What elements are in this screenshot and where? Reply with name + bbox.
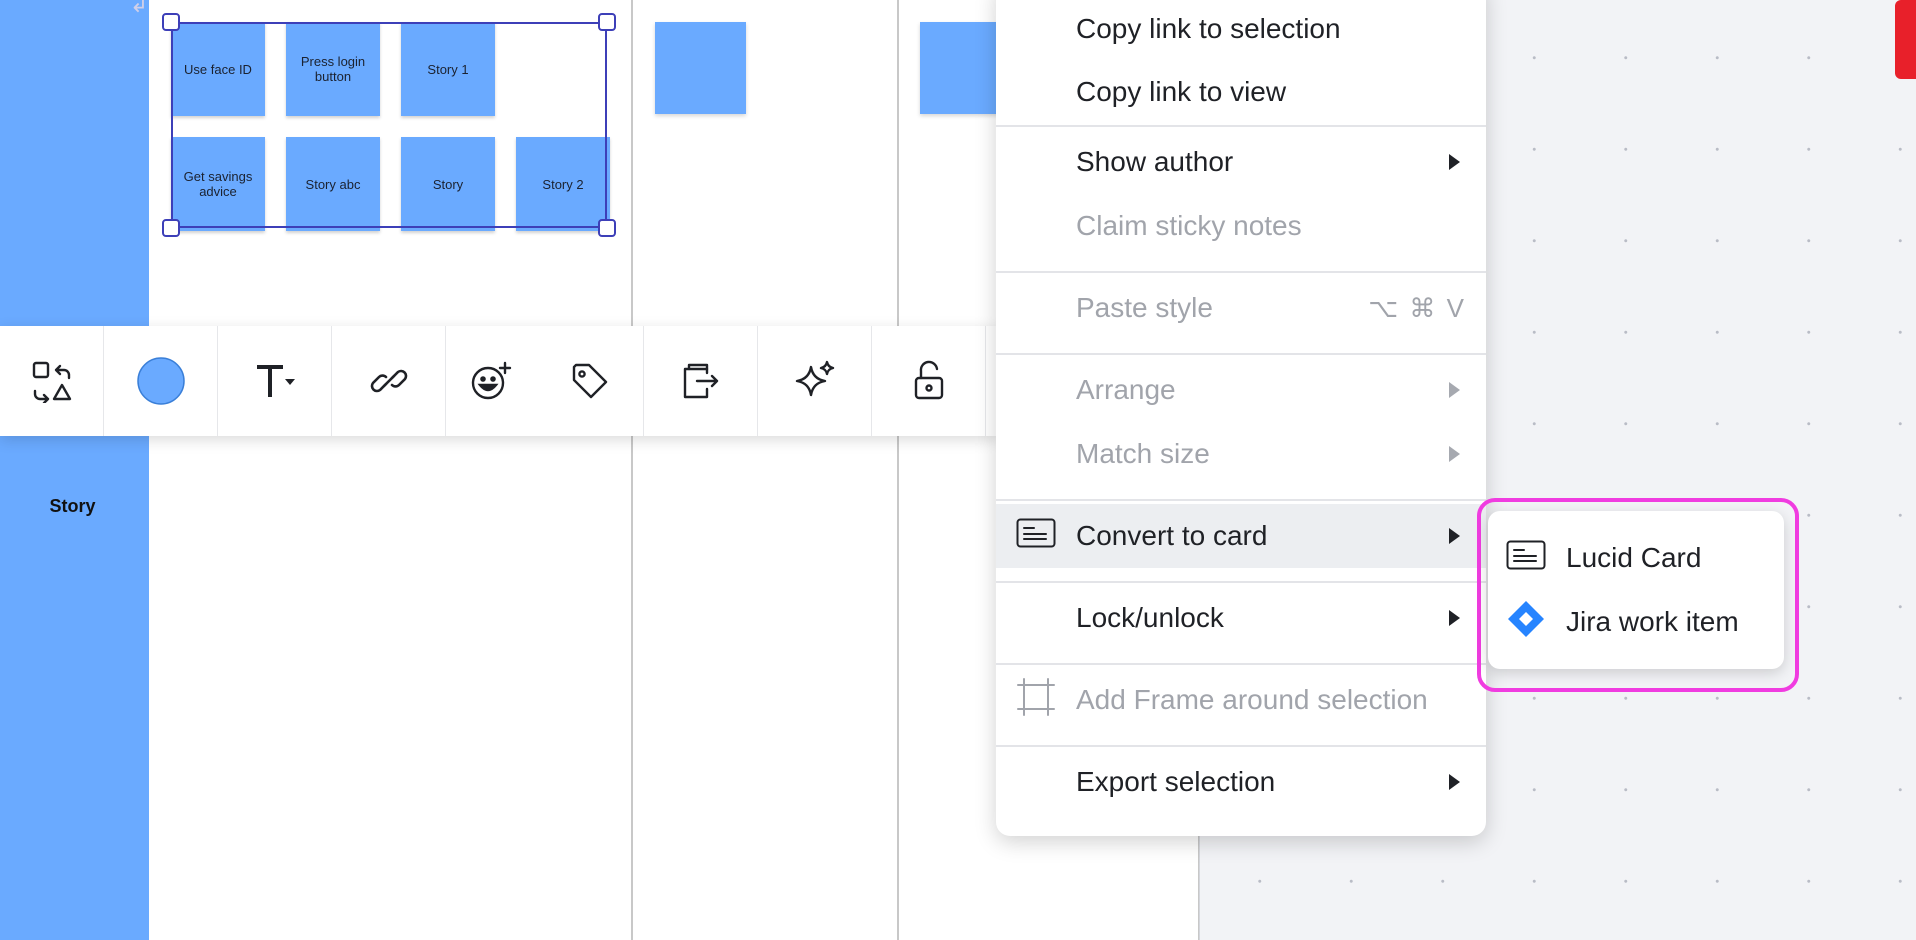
menu-item-shortcut: ⌥ ⌘ V xyxy=(1368,292,1466,323)
swimlane-label: Story xyxy=(49,496,96,516)
menu-divider xyxy=(996,581,1486,583)
resize-handle[interactable] xyxy=(162,13,180,31)
menu-divider xyxy=(996,499,1486,501)
frame-icon xyxy=(1016,677,1056,724)
text-style-icon xyxy=(256,365,295,397)
submenu-item-jira-work-item[interactable]: Jira work item xyxy=(1488,590,1784,654)
lock-icon xyxy=(914,360,943,400)
change-shape-icon xyxy=(32,361,71,403)
selection-box[interactable] xyxy=(171,22,607,228)
floating-toolbar xyxy=(0,326,1000,436)
card-icon xyxy=(1506,540,1546,577)
submenu-arrow-icon xyxy=(1449,154,1460,170)
fill-color-icon xyxy=(136,357,185,405)
menu-item-add-frame: Add Frame around selection xyxy=(996,668,1486,732)
menu-item-paste-style: Paste style ⌥ ⌘ V xyxy=(996,276,1486,340)
submenu-arrow-icon xyxy=(1449,382,1460,398)
menu-item-label: Export selection xyxy=(1076,766,1276,797)
menu-item-label: Arrange xyxy=(1076,374,1176,405)
submenu-item-lucid-card[interactable]: Lucid Card xyxy=(1488,526,1784,590)
menu-item-label: Copy link to selection xyxy=(1076,13,1341,44)
menu-item-label: Lock/unlock xyxy=(1076,602,1224,633)
submenu-arrow-icon xyxy=(1449,610,1460,626)
menu-item-claim-sticky-notes: Claim sticky notes xyxy=(996,194,1486,258)
resize-handle[interactable] xyxy=(598,219,616,237)
menu-item-label: Convert to card xyxy=(1076,520,1268,551)
menu-item-label: Paste style xyxy=(1076,292,1213,323)
change-shape-button[interactable] xyxy=(0,326,104,436)
menu-item-label: Match size xyxy=(1076,438,1210,469)
menu-item-label: Show author xyxy=(1076,146,1234,177)
menu-item-label: Claim sticky notes xyxy=(1076,210,1302,241)
export-button[interactable] xyxy=(644,326,758,436)
tag-icon xyxy=(572,363,607,399)
ai-assist-button[interactable] xyxy=(758,326,872,436)
reaction-button[interactable] xyxy=(446,326,536,436)
convert-to-card-submenu: Lucid Card Jira work item xyxy=(1488,511,1784,669)
menu-item-convert-to-card[interactable]: Convert to card xyxy=(996,504,1486,568)
swimlane-cell xyxy=(633,0,899,940)
cursor-indicator: ↲ xyxy=(130,0,149,17)
menu-item-label: Copy link to view xyxy=(1076,76,1287,107)
menu-item-arrange: Arrange xyxy=(996,358,1486,422)
fill-color-button[interactable] xyxy=(104,326,218,436)
menu-divider xyxy=(996,745,1486,747)
submenu-item-label: Jira work item xyxy=(1566,606,1739,637)
resize-handle[interactable] xyxy=(162,219,180,237)
link-icon xyxy=(370,369,407,393)
menu-divider xyxy=(996,125,1486,127)
menu-item-match-size: Match size xyxy=(996,422,1486,486)
jira-icon xyxy=(1506,599,1546,646)
submenu-arrow-icon xyxy=(1449,774,1460,790)
card-icon xyxy=(1016,518,1056,555)
tag-button[interactable] xyxy=(536,326,644,436)
menu-item-copy-link-view[interactable]: Copy link to view xyxy=(996,66,1486,118)
menu-item-lock-unlock[interactable]: Lock/unlock xyxy=(996,586,1486,650)
submenu-item-label: Lucid Card xyxy=(1566,542,1702,573)
export-icon xyxy=(683,363,718,399)
menu-item-copy-link-selection[interactable]: Copy link to selection xyxy=(996,3,1486,55)
menu-divider xyxy=(996,271,1486,273)
sticky-note-empty[interactable] xyxy=(655,22,746,114)
menu-divider xyxy=(996,353,1486,355)
text-style-button[interactable] xyxy=(218,326,332,436)
menu-item-label: Add Frame around selection xyxy=(1076,684,1428,715)
reaction-icon xyxy=(471,361,512,400)
submenu-arrow-icon xyxy=(1449,446,1460,462)
lock-button[interactable] xyxy=(872,326,986,436)
menu-item-export-selection[interactable]: Export selection xyxy=(996,750,1486,814)
menu-item-show-author[interactable]: Show author xyxy=(996,130,1486,194)
swimlane-header[interactable] xyxy=(0,0,149,940)
resize-handle[interactable] xyxy=(598,13,616,31)
context-menu: Copy link to selection Copy link to view… xyxy=(996,0,1486,836)
submenu-arrow-icon xyxy=(1449,528,1460,544)
ai-sparkle-icon xyxy=(795,360,834,397)
link-button[interactable] xyxy=(332,326,446,436)
side-tab[interactable] xyxy=(1895,0,1916,79)
menu-divider xyxy=(996,663,1486,665)
